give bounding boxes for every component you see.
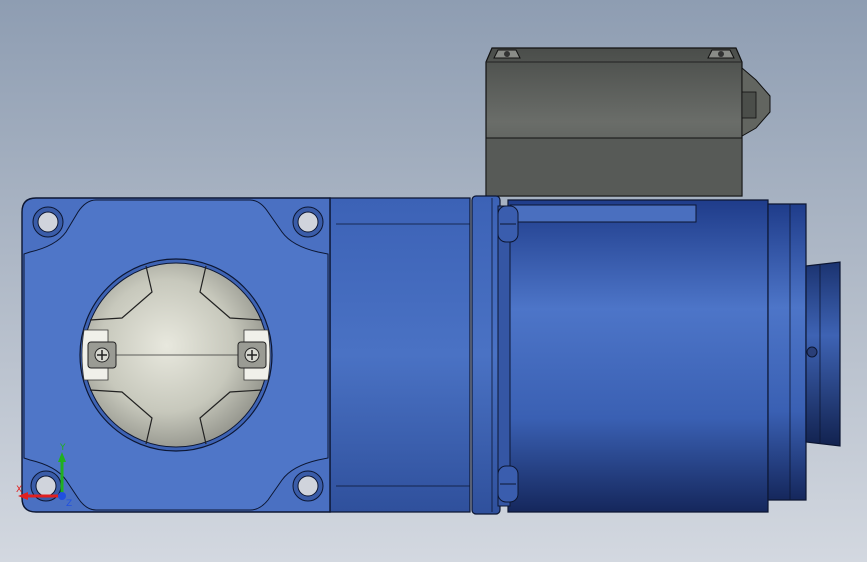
gearbox-housing[interactable] — [329, 197, 471, 513]
rear-hub-screw — [806, 346, 818, 358]
terminal-box-screw-left — [493, 49, 521, 59]
cad-viewport[interactable]: Y X Z — [0, 0, 867, 562]
flange-bolt-bottom — [497, 465, 519, 503]
flange-bolt-top — [497, 205, 519, 243]
output-end-cap[interactable] — [79, 258, 273, 452]
mounting-hole-top-right — [292, 206, 324, 238]
end-cap-screw-right — [237, 341, 267, 369]
triad-y-label: Y — [60, 443, 66, 453]
mounting-hole-bottom-right — [292, 470, 324, 502]
triad-z-axis — [58, 492, 66, 500]
cable-gland[interactable] — [741, 66, 771, 137]
mounting-hole-top-left — [32, 206, 64, 238]
gearmotor-model[interactable] — [0, 0, 867, 562]
terminal-box[interactable] — [485, 47, 771, 197]
triad-x-label: X — [16, 485, 23, 495]
terminal-box-screw-right — [707, 49, 735, 59]
end-cap-screw-left — [87, 341, 117, 369]
motor-body[interactable] — [507, 199, 841, 513]
triad-z-label: Z — [66, 499, 73, 509]
